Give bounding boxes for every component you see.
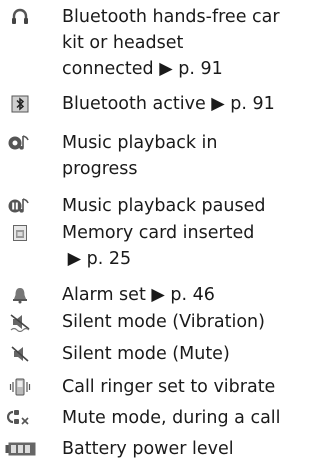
legend-description: Bluetooth hands-free car kit or headset …: [62, 4, 324, 82]
bluetooth-headset-icon: [6, 4, 34, 30]
music-paused-icon: [6, 193, 34, 219]
legend-row-vibrate-ringer: Call ringer set to vibrate: [0, 374, 327, 400]
legend-row-silent-mute: Silent mode (Mute): [0, 341, 327, 367]
vibrate-ringer-icon: [6, 374, 34, 400]
legend-row-memory-card: Memory card inserted ▶ p. 25: [0, 220, 327, 272]
legend-row-alarm: Alarm set ▶ p. 46: [0, 282, 327, 308]
description-line: Bluetooth active ▶ p. 91: [62, 94, 275, 114]
description-line: Bluetooth hands-free car: [62, 7, 280, 27]
description-line: Call ringer set to vibrate: [62, 377, 276, 397]
silent-vibration-icon: [6, 309, 34, 335]
description-line: kit or headset: [62, 33, 184, 53]
legend-description: Silent mode (Vibration): [62, 309, 324, 335]
legend-description: Call ringer set to vibrate: [62, 374, 324, 400]
silent-mute-icon: [6, 341, 34, 367]
legend-row-battery: Battery power level: [0, 436, 327, 462]
legend-description: Memory card inserted ▶ p. 25: [62, 220, 324, 272]
description-line: Silent mode (Mute): [62, 344, 230, 364]
legend-row-mute-call: Mute mode, during a call: [0, 405, 327, 431]
legend-row-music-paused: Music playback paused: [0, 193, 327, 219]
legend-description: Music playback paused: [62, 193, 324, 219]
status-icon-legend: Bluetooth hands-free car kit or headset …: [0, 0, 327, 469]
music-playing-icon: [6, 130, 34, 156]
description-line: connected ▶ p. 91: [62, 59, 223, 79]
legend-description: Silent mode (Mute): [62, 341, 324, 367]
alarm-bell-icon: [6, 282, 34, 308]
description-line: ▶ p. 25: [62, 249, 132, 269]
legend-row-bluetooth-headset: Bluetooth hands-free car kit or headset …: [0, 4, 327, 82]
description-line: Alarm set ▶ p. 46: [62, 285, 215, 305]
legend-row-music-playing: Music playback in progress: [0, 130, 327, 182]
description-line: Memory card inserted: [62, 223, 255, 243]
legend-description: Mute mode, during a call: [62, 405, 324, 431]
legend-description: Music playback in progress: [62, 130, 324, 182]
description-line: Music playback paused: [62, 196, 266, 216]
memory-card-icon: [6, 220, 34, 246]
description-line: progress: [62, 159, 138, 179]
description-line: Music playback in: [62, 133, 218, 153]
legend-description: Alarm set ▶ p. 46: [62, 282, 324, 308]
battery-level-icon: [4, 436, 38, 462]
legend-row-silent-vibration: Silent mode (Vibration): [0, 309, 327, 335]
legend-row-bluetooth-active: Bluetooth active ▶ p. 91: [0, 91, 327, 117]
description-line: Battery power level: [62, 439, 234, 459]
description-line: Silent mode (Vibration): [62, 312, 265, 332]
description-line: Mute mode, during a call: [62, 408, 281, 428]
bluetooth-active-icon: [6, 91, 34, 117]
mute-call-icon: [6, 405, 34, 431]
legend-description: Battery power level: [62, 436, 324, 462]
legend-description: Bluetooth active ▶ p. 91: [62, 91, 324, 117]
